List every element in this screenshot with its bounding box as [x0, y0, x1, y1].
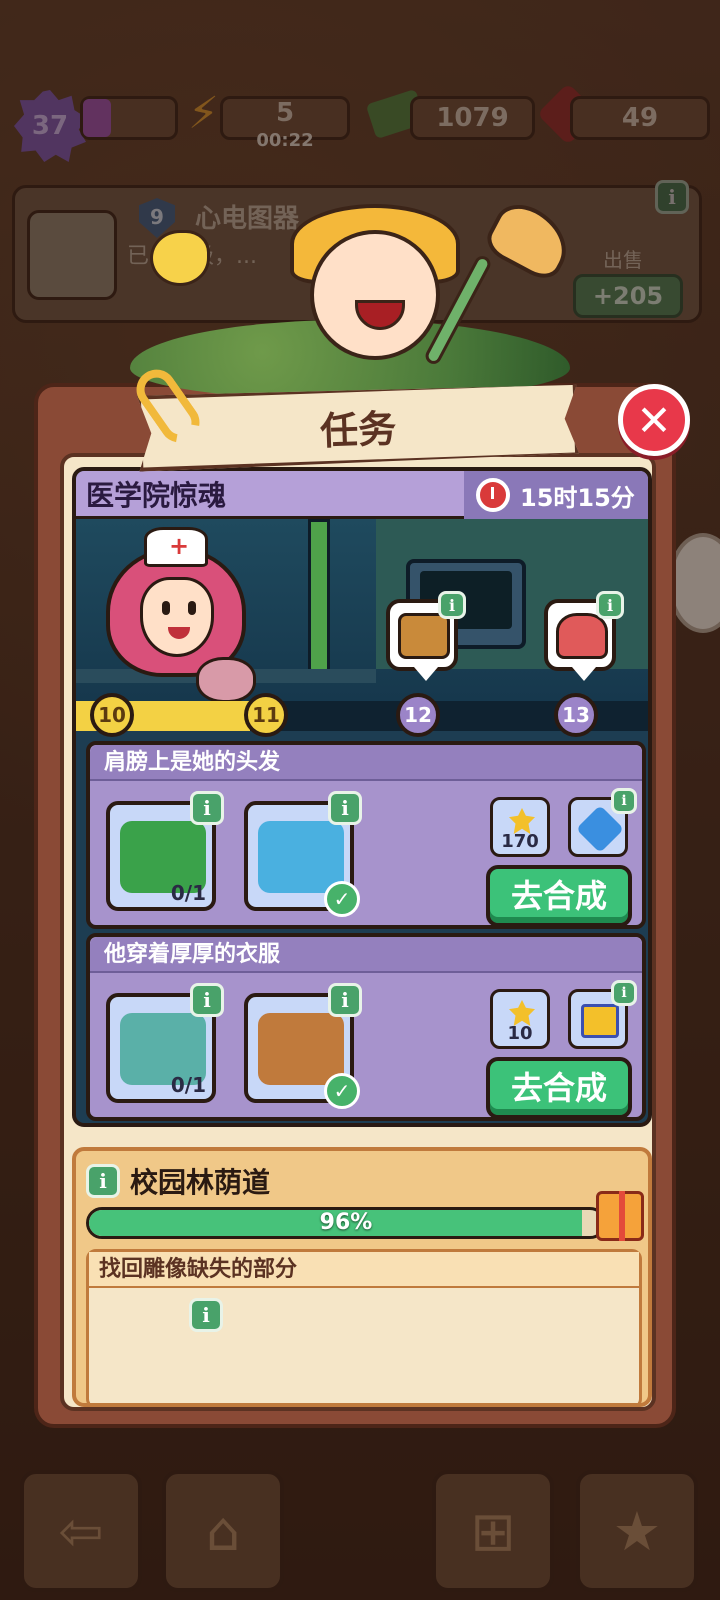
go-merge-button[interactable]: 去合成 [486, 1057, 632, 1119]
gift-box-icon[interactable] [596, 1191, 644, 1241]
task-modal-content: 医学院惊魂 15时15分 + i i 10 11 12 13 肩膀上是她的头发 … [60, 453, 656, 1411]
reward-slot[interactable]: i [568, 980, 637, 1049]
modal-title: 任务 [319, 406, 397, 453]
info-glyph: i [202, 1303, 210, 1327]
binoculars-icon [258, 1013, 344, 1085]
info-icon[interactable]: i [611, 980, 637, 1006]
info-glyph: i [448, 595, 456, 615]
chapter-node-13: 13 [554, 693, 598, 737]
task-title: 肩膀上是她的头发 [90, 745, 642, 781]
info-icon[interactable]: i [86, 1164, 120, 1198]
info-glyph: i [341, 988, 349, 1012]
task-card: 他穿着厚厚的衣服 0/1 i ✓ i 10 i 去合成 [86, 933, 646, 1121]
chest-reward-bubble[interactable]: i [386, 591, 466, 681]
garden-progress-text: 96% [319, 1210, 373, 1235]
ecg-monitor-icon [258, 821, 344, 893]
chapter-timer: 15时15分 [464, 471, 648, 519]
info-glyph: i [606, 595, 614, 615]
task-title: 他穿着厚厚的衣服 [90, 937, 642, 973]
reward-slot[interactable]: i [568, 788, 637, 857]
garden-task-title: 找回雕像缺失的部分 [89, 1252, 639, 1288]
check-glyph: ✓ [333, 887, 351, 911]
gift-box-icon [581, 1004, 619, 1038]
reward-slot: 170 [490, 797, 550, 857]
chapter-node-10: 10 [90, 693, 134, 737]
requirement-count: 0/1 [170, 881, 206, 905]
task-card: 肩膀上是她的头发 0/1 i ✓ i 170 i 去合成 [86, 741, 646, 929]
cake-reward-bubble[interactable]: i [544, 591, 624, 681]
info-glyph: i [621, 985, 627, 1001]
test-tube [308, 519, 330, 679]
requirement-slot[interactable]: 0/1 i [106, 983, 224, 1103]
info-glyph: i [621, 793, 627, 809]
info-glyph: i [99, 1169, 107, 1193]
requirement-count: 0/1 [170, 1073, 206, 1097]
info-glyph: i [203, 988, 211, 1012]
close-button[interactable]: ✕ [618, 384, 690, 456]
chapter-node-12: 12 [396, 693, 440, 737]
chapter-node-11: 11 [244, 693, 288, 737]
info-icon[interactable]: i [190, 983, 224, 1017]
check-glyph: ✓ [333, 1079, 351, 1103]
info-icon[interactable]: i [596, 591, 624, 619]
nurse-character [106, 527, 256, 703]
teddy-bear [196, 657, 256, 703]
task-modal: 医学院惊魂 15时15分 + i i 10 11 12 13 肩膀上是她的头发 … [34, 383, 676, 1428]
yellow-bird [150, 230, 210, 286]
garden-progress-bar: 96% [86, 1207, 606, 1239]
reward-slot: 10 [490, 989, 550, 1049]
chapter-title: 医学院惊魂 [86, 478, 227, 512]
garden-title: 校园林荫道 [130, 1166, 271, 1199]
reward-amount: 10 [507, 1023, 533, 1044]
garden-task-panel: i 校园林荫道 96% 找回雕像缺失的部分 i [72, 1147, 652, 1407]
reward-amount: 170 [501, 831, 539, 852]
info-icon[interactable]: i [438, 591, 466, 619]
clock-icon [476, 478, 510, 512]
info-glyph: i [203, 796, 211, 820]
character-head [310, 230, 440, 360]
treasure-chest-icon [398, 613, 450, 659]
garden-title-row: i 校园林荫道 [86, 1161, 270, 1201]
info-icon[interactable]: i [190, 791, 224, 825]
chapter-panel: 医学院惊魂 15时15分 + i i 10 11 12 13 肩膀上是她的头发 … [72, 467, 652, 1127]
info-icon[interactable]: i [189, 1298, 223, 1332]
requirement-slot[interactable]: ✓ i [244, 983, 362, 1109]
requirement-slot[interactable]: ✓ i [244, 791, 362, 917]
broom-head [480, 194, 580, 286]
info-icon[interactable]: i [611, 788, 637, 814]
go-merge-button[interactable]: 去合成 [486, 865, 632, 927]
hero-illustration [110, 194, 600, 400]
check-icon: ✓ [324, 881, 360, 917]
close-icon: ✕ [636, 395, 672, 445]
cake-icon [556, 613, 608, 659]
info-glyph: i [341, 796, 349, 820]
check-icon: ✓ [324, 1073, 360, 1109]
garden-task-card: 找回雕像缺失的部分 i [86, 1249, 642, 1403]
nurse-cap [144, 527, 208, 567]
info-icon[interactable]: i [328, 983, 362, 1017]
info-icon[interactable]: i [328, 791, 362, 825]
chapter-timer-text: 15时15分 [520, 483, 635, 512]
requirement-slot[interactable]: 0/1 i [106, 791, 224, 911]
